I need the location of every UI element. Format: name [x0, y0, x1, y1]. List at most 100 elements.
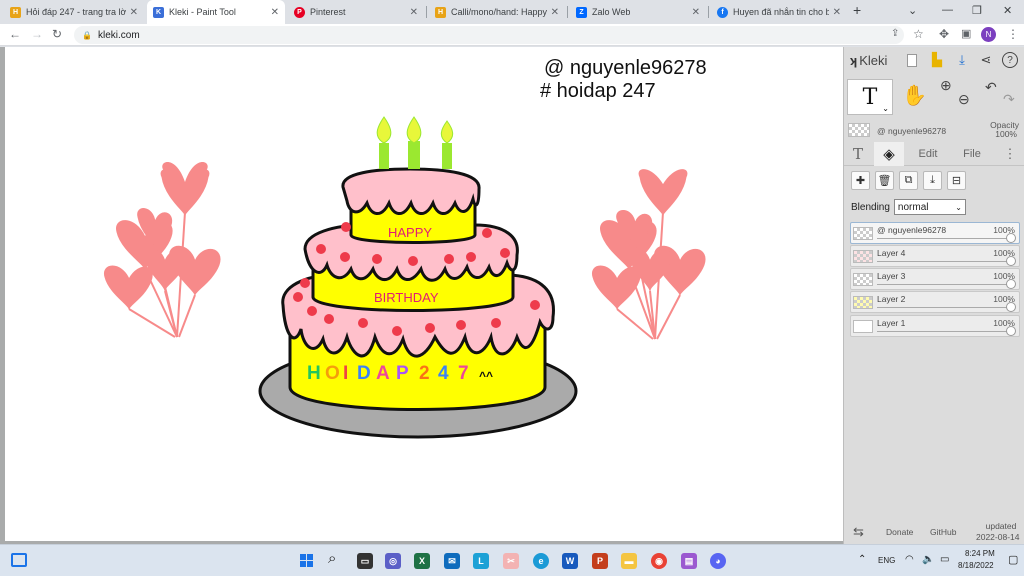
tab-facebook[interactable]: f Huyen đã nhắn tin cho bạn ✕ — [711, 2, 847, 22]
new-image-icon[interactable] — [904, 52, 920, 68]
redo-icon[interactable]: ↷ — [1003, 91, 1015, 108]
notifications-icon[interactable]: ▢ — [1008, 553, 1018, 566]
snipping-icon[interactable]: ✂ — [503, 553, 519, 569]
kleki-logo[interactable]: ʞ Kleki — [850, 53, 887, 68]
close-window-icon[interactable]: ✕ — [1003, 4, 1012, 17]
layer-opacity-knob[interactable] — [1006, 233, 1016, 243]
search-icon[interactable]: ⌕ — [328, 550, 336, 567]
powerpoint-icon[interactable]: P — [592, 553, 608, 569]
blending-select[interactable]: normal ⌄ — [893, 199, 966, 215]
layer-opacity-knob[interactable] — [1006, 302, 1016, 312]
volume-muted-icon[interactable]: 🔈 — [922, 554, 934, 565]
discord-icon[interactable]: ◕ — [710, 553, 726, 569]
layer-opacity-knob[interactable] — [1006, 256, 1016, 266]
close-tab-icon[interactable]: ✕ — [410, 7, 418, 18]
swap-side-icon[interactable]: ⇆ — [853, 524, 864, 540]
duplicate-layer-icon[interactable]: ⧉ — [899, 171, 918, 190]
side-panel-icon[interactable]: ▣ — [961, 27, 971, 40]
maximize-icon[interactable]: ❐ — [972, 4, 982, 17]
zoom-out-icon[interactable]: ⊖ — [958, 91, 970, 108]
profile-avatar[interactable]: N — [981, 27, 996, 42]
layer-item[interactable]: Layer 1 100% — [850, 315, 1020, 337]
word-icon[interactable]: W — [562, 553, 578, 569]
canvas-workspace[interactable]: HAPPY BIRTHDAY H O I D A P 2 4 7 ^^ @ nguyenle962… — [0, 47, 843, 544]
widgets-icon[interactable] — [11, 553, 27, 567]
layer-opacity-slider[interactable] — [877, 284, 1009, 285]
bookmark-star-icon[interactable]: ☆ — [913, 27, 924, 41]
tab-file[interactable]: File — [954, 142, 990, 166]
layer-item[interactable]: Layer 3 100% — [850, 268, 1020, 290]
tab-edit[interactable]: Edit — [910, 142, 946, 166]
layer-opacity-slider[interactable] — [877, 307, 1009, 308]
start-windows-icon[interactable] — [300, 554, 313, 567]
open-folder-icon[interactable]: ▙ — [929, 52, 945, 68]
battery-icon[interactable]: ▭ — [940, 554, 949, 565]
extensions-puzzle-icon[interactable]: ✥ — [939, 27, 949, 41]
tab-calli[interactable]: H Calli/mono/hand: Happy bi ✕ — [429, 2, 565, 22]
mail-icon[interactable]: ✉ — [444, 553, 460, 569]
text-tool-button[interactable]: T ⌄ — [847, 79, 893, 115]
panel-tabs: T ◈ Edit File ⋮ — [844, 142, 1024, 166]
excel-icon[interactable]: X — [414, 553, 430, 569]
tab-layers-icon[interactable]: ◈ — [874, 142, 904, 166]
close-tab-icon[interactable]: ✕ — [551, 7, 559, 18]
layer-opacity-slider[interactable] — [877, 331, 1009, 332]
delete-layer-icon[interactable]: 🗑 — [875, 171, 894, 190]
layer-opacity-knob[interactable] — [1006, 326, 1016, 336]
edge-browser-icon[interactable]: e — [533, 553, 549, 569]
undo-icon[interactable]: ↶ — [985, 79, 997, 96]
media-app-icon[interactable]: ▤ — [681, 553, 697, 569]
kleki-side-panel: ʞ Kleki ▙ ⤓ ⋖ ? T ⌄ ✋ ⊕ ⊖ ↶ ↷ @ nguyenle9… — [843, 47, 1024, 544]
reload-icon[interactable]: ↻ — [52, 27, 62, 41]
tab-search-chevron-icon[interactable]: ⌄ — [908, 4, 917, 17]
layer-item[interactable]: @ nguyenle96278 100% — [850, 222, 1020, 244]
tab-tool-settings-icon[interactable]: T — [844, 142, 872, 166]
tab-pinterest[interactable]: P Pinterest ✕ — [288, 2, 424, 22]
layer-opacity-knob[interactable] — [1006, 279, 1016, 289]
close-tab-icon[interactable]: ✕ — [271, 7, 279, 18]
close-tab-icon[interactable]: ✕ — [130, 7, 138, 18]
share-page-icon[interactable]: ⇪ — [891, 28, 899, 39]
help-question-icon[interactable]: ? — [1002, 52, 1018, 68]
minimize-icon[interactable]: — — [942, 4, 953, 16]
close-tab-icon[interactable]: ✕ — [833, 7, 841, 18]
back-arrow-icon[interactable]: ← — [9, 27, 21, 41]
layer-item[interactable]: Layer 4 100% — [850, 245, 1020, 267]
download-save-icon[interactable]: ⤓ — [954, 52, 970, 68]
chrome-icon[interactable]: ◉ — [651, 553, 667, 569]
lock-icon[interactable]: 🔒 — [82, 31, 92, 40]
browser-menu-kebab-icon[interactable]: ⋮ — [1007, 27, 1019, 41]
tab-zalo[interactable]: Z Zalo Web ✕ — [570, 2, 706, 22]
add-layer-icon[interactable]: ✚ — [851, 171, 870, 190]
merge-layer-icon[interactable]: ⤓ — [923, 171, 942, 190]
file-explorer-icon[interactable]: ▬ — [621, 553, 637, 569]
tab-kleki[interactable]: K Kleki - Paint Tool ✕ — [147, 0, 285, 24]
donate-link[interactable]: Donate — [886, 527, 913, 537]
github-link[interactable]: GitHub — [930, 527, 956, 537]
panel-kebab-menu-icon[interactable]: ⋮ — [1000, 142, 1020, 166]
forward-arrow-icon[interactable]: → — [31, 27, 43, 41]
tray-overflow-chevron-icon[interactable]: ⌃ — [858, 554, 866, 565]
new-tab-plus-icon[interactable]: + — [853, 2, 861, 18]
clock-date[interactable]: 8/18/2022 — [958, 561, 994, 570]
teams-chat-icon[interactable]: ◎ — [385, 553, 401, 569]
wifi-icon[interactable]: ◠ — [905, 554, 914, 565]
zoom-in-icon[interactable]: ⊕ — [940, 77, 952, 94]
layer-thumbnail — [853, 250, 873, 263]
lingo-app-icon[interactable]: L — [473, 553, 489, 569]
layer-name: Layer 1 — [877, 318, 906, 328]
rename-layer-icon[interactable]: ⊟ — [947, 171, 966, 190]
language-indicator[interactable]: ENG — [878, 556, 895, 565]
tab-hoidap[interactable]: H Hỏi đáp 247 - trang tra lời ✕ — [4, 2, 144, 22]
share-icon[interactable]: ⋖ — [978, 52, 994, 68]
layer-preview-thumbnail[interactable] — [848, 123, 870, 137]
url-omnibox[interactable]: 🔒 kleki.com — [74, 26, 904, 44]
close-tab-icon[interactable]: ✕ — [692, 7, 700, 18]
task-view-icon[interactable]: ▭ — [357, 553, 373, 569]
drawing-canvas[interactable]: HAPPY BIRTHDAY H O I D A P 2 4 7 ^^ @ nguyenle962… — [5, 47, 843, 541]
hand-tool-icon[interactable]: ✋ — [902, 83, 927, 108]
layer-opacity-slider[interactable] — [877, 238, 1009, 239]
clock-time[interactable]: 8:24 PM — [965, 549, 995, 558]
layer-item[interactable]: Layer 2 100% — [850, 291, 1020, 313]
layer-opacity-slider[interactable] — [877, 261, 1009, 262]
